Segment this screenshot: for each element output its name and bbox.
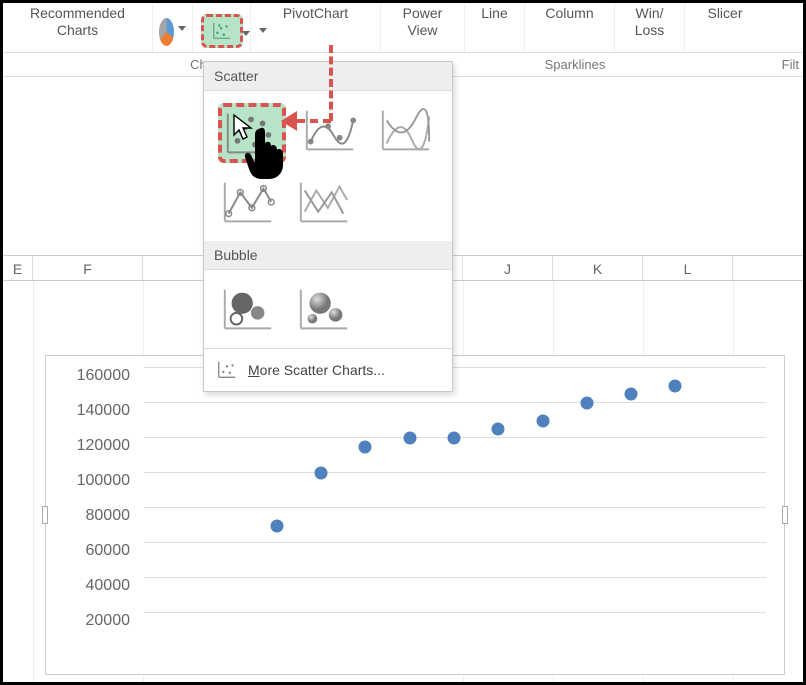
- scatter-icon: [211, 20, 233, 42]
- sparkline-line-label: Line: [471, 5, 518, 22]
- bubble-3d-option[interactable]: [294, 282, 356, 336]
- powerview-label: Power View: [387, 5, 458, 39]
- chart-resize-handle[interactable]: [42, 506, 48, 524]
- sparkline-winloss-label: Win/ Loss: [621, 5, 678, 39]
- bubble-3d-icon: [295, 285, 353, 335]
- annotation-arrow: [297, 119, 331, 123]
- pie-icon: [159, 18, 174, 46]
- scatter-smooth-nolines-option[interactable]: [376, 103, 438, 157]
- y-tick-label: 100000: [50, 472, 130, 490]
- col-f[interactable]: F: [33, 256, 143, 280]
- scatter-straight-lines-markers-option[interactable]: [218, 175, 280, 229]
- scatter-dropdown: Scatter: [203, 61, 453, 392]
- scatter-straight-lines-option[interactable]: [294, 175, 356, 229]
- embedded-chart[interactable]: 20000 40000 60000 80000 100000 120000 140000 16…: [45, 355, 785, 675]
- scatter-straight-lines-markers-icon: [219, 178, 277, 228]
- scatter-straight-lines-icon: [295, 178, 353, 228]
- chart-resize-handle[interactable]: [782, 506, 788, 524]
- scatter-markers-option[interactable]: [218, 103, 286, 163]
- pivotchart-label: PivotChart: [257, 5, 374, 22]
- slicer-button[interactable]: Slicer: [685, 3, 765, 52]
- scatter-markers-icon: [222, 109, 280, 159]
- pie-chart-button[interactable]: [153, 3, 193, 52]
- bubble-section-header: Bubble: [204, 241, 452, 270]
- sparkline-column-label: Column: [531, 5, 608, 22]
- col-l[interactable]: L: [643, 256, 733, 280]
- data-point[interactable]: [669, 379, 682, 392]
- filter-group-label: Filt: [685, 53, 803, 76]
- col-k[interactable]: K: [553, 256, 643, 280]
- y-tick-label: 160000: [50, 367, 130, 385]
- chevron-down-icon: [242, 31, 250, 36]
- y-tick-label: 20000: [50, 612, 130, 630]
- annotation-arrow-head: [281, 111, 297, 131]
- powerview-button[interactable]: Power View: [381, 3, 465, 52]
- y-tick-label: 60000: [50, 542, 130, 560]
- ribbon: Recommended Charts PivotChart Power: [3, 3, 803, 53]
- sparklines-group-label: Sparklines: [465, 53, 685, 76]
- sparkline-column-button[interactable]: Column: [525, 3, 615, 52]
- plot-area[interactable]: [144, 368, 766, 648]
- data-point[interactable]: [315, 467, 328, 480]
- data-point[interactable]: [403, 432, 416, 445]
- more-scatter-label: More Scatter Charts...: [248, 362, 385, 378]
- sparkline-line-button[interactable]: Line: [465, 3, 525, 52]
- chevron-down-icon: [259, 28, 267, 33]
- scatter-section-header: Scatter: [204, 62, 452, 91]
- y-axis: 20000 40000 60000 80000 100000 120000 140000 16…: [46, 368, 138, 646]
- data-point[interactable]: [448, 432, 461, 445]
- data-point[interactable]: [536, 414, 549, 427]
- chevron-down-icon: [178, 26, 186, 31]
- data-point[interactable]: [359, 440, 372, 453]
- data-point[interactable]: [492, 423, 505, 436]
- bubble-option[interactable]: [218, 282, 280, 336]
- y-tick-label: 40000: [50, 577, 130, 595]
- slicer-label: Slicer: [691, 5, 759, 22]
- bubble-icon: [219, 285, 277, 335]
- col-e[interactable]: E: [3, 256, 33, 280]
- col-j[interactable]: J: [463, 256, 553, 280]
- recommended-charts-label: Recommended Charts: [9, 5, 146, 39]
- data-point[interactable]: [580, 397, 593, 410]
- y-tick-label: 120000: [50, 437, 130, 455]
- sparkline-winloss-button[interactable]: Win/ Loss: [615, 3, 685, 52]
- scatter-ribbon-highlight[interactable]: [201, 14, 243, 48]
- scatter-smooth-nolines-icon: [377, 106, 435, 156]
- scatter-chart-button[interactable]: [193, 3, 251, 52]
- y-tick-label: 80000: [50, 507, 130, 525]
- recommended-charts-button[interactable]: Recommended Charts: [3, 3, 153, 52]
- scatter-mini-icon: [216, 359, 238, 381]
- pivotchart-button[interactable]: PivotChart: [251, 3, 381, 52]
- more-scatter-charts-button[interactable]: More Scatter Charts...: [204, 348, 452, 391]
- annotation-arrow: [329, 45, 333, 121]
- data-point[interactable]: [625, 388, 638, 401]
- y-tick-label: 140000: [50, 402, 130, 420]
- data-point[interactable]: [270, 519, 283, 532]
